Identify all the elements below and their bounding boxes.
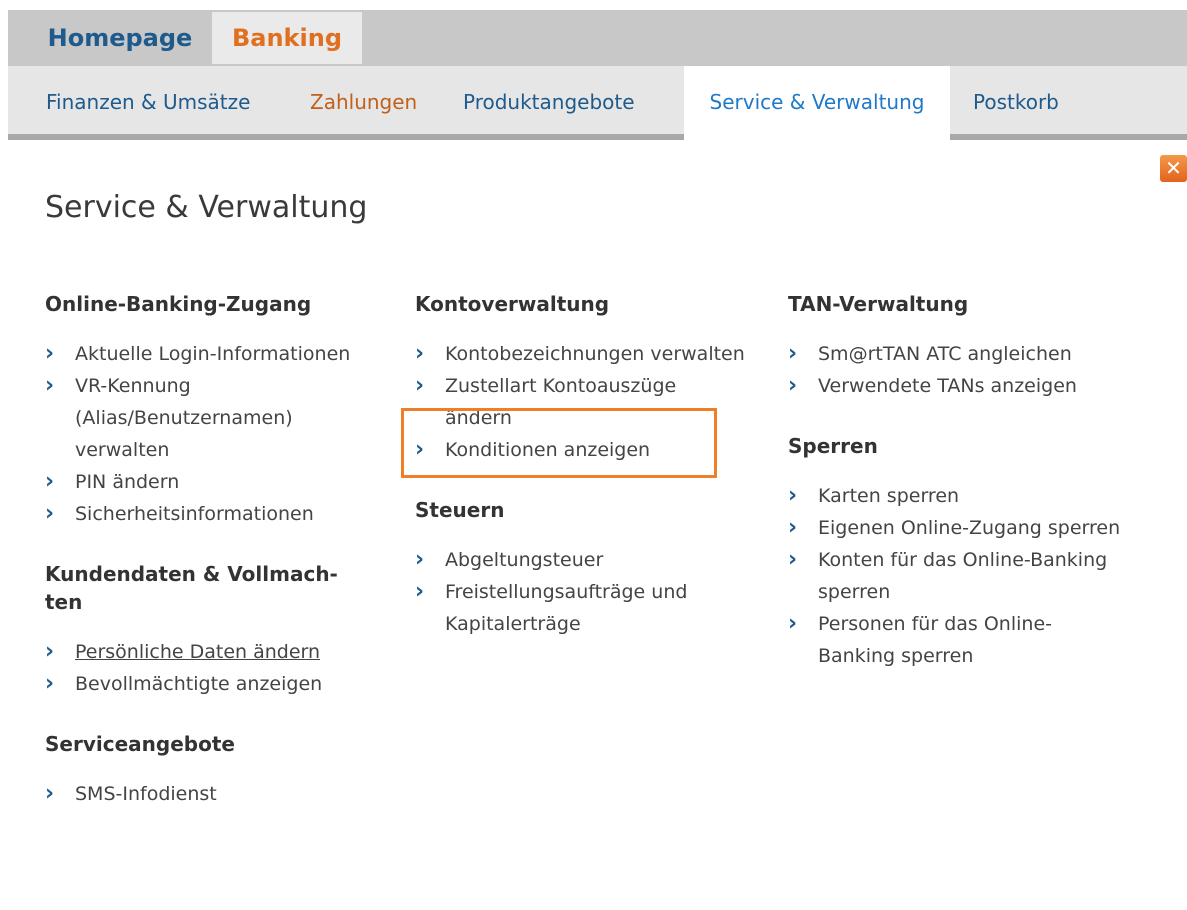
chevron-right-icon: ›: [45, 781, 55, 806]
column-1: Online-Banking-Zugang › Aktuelle Login-In…: [45, 290, 375, 840]
subtab-zahlungen[interactable]: Zahlungen: [310, 66, 417, 134]
link-eigenen-online-zugang-sperren[interactable]: › Eigenen Online-Zugang sperren: [788, 512, 1128, 544]
section-sperren: Sperren › Karten sperren › Eigenen Online-…: [788, 432, 1128, 672]
section-title: Sperren: [788, 434, 878, 458]
subtab-produktangebote[interactable]: Produktangebote: [463, 66, 635, 134]
section-title: Kundendaten & Vollmach-ten: [45, 562, 338, 614]
section-title: TAN-Verwaltung: [788, 292, 969, 316]
chevron-right-icon: ›: [45, 671, 55, 696]
section-title: Serviceangebote: [45, 732, 235, 756]
link-verwendete-tans-anzeigen[interactable]: › Verwendete TANs anzeigen: [788, 370, 1128, 402]
section-tan-verwaltung: TAN-Verwaltung › Sm@rtTAN ATC angleichen …: [788, 290, 1128, 402]
subtab-service-verwaltung[interactable]: Service & Verwaltung: [684, 66, 950, 140]
chevron-right-icon: ›: [415, 373, 425, 398]
chevron-right-icon: ›: [45, 501, 55, 526]
tab-homepage[interactable]: Homepage: [32, 12, 208, 64]
close-button[interactable]: ✕: [1160, 155, 1187, 182]
chevron-right-icon: ›: [415, 547, 425, 572]
link-personen-sperren[interactable]: › Personen für das Online-Banking sperren: [788, 608, 1128, 672]
column-2: Kontoverwaltung › Kontobezeichnungen verw…: [415, 290, 745, 670]
link-persoenliche-daten-aendern[interactable]: › Persönliche Daten ändern: [45, 636, 375, 668]
column-3: TAN-Verwaltung › Sm@rtTAN ATC angleichen …: [788, 290, 1128, 702]
highlight-box: [401, 408, 717, 478]
link-abgeltungsteuer[interactable]: › Abgeltungsteuer: [415, 544, 745, 576]
section-serviceangebote: Serviceangebote › SMS-Infodienst: [45, 730, 375, 810]
chevron-right-icon: ›: [788, 373, 798, 398]
section-title: Online-Banking-Zugang: [45, 292, 312, 316]
chevron-right-icon: ›: [45, 373, 55, 398]
link-konten-sperren[interactable]: › Konten für das Online-Banking sperren: [788, 544, 1128, 608]
link-kontobezeichnungen-verwalten[interactable]: › Kontobezeichnungen verwalten: [415, 338, 745, 370]
subtab-postkorb[interactable]: Postkorb: [973, 66, 1059, 134]
section-online-banking-zugang: Online-Banking-Zugang › Aktuelle Login-In…: [45, 290, 375, 530]
page-title: Service & Verwaltung: [45, 190, 368, 225]
link-pin-aendern[interactable]: › PIN ändern: [45, 466, 375, 498]
link-bevollmaechtigte-anzeigen[interactable]: › Bevollmächtigte anzeigen: [45, 668, 375, 700]
link-karten-sperren[interactable]: › Karten sperren: [788, 480, 1128, 512]
chevron-right-icon: ›: [788, 341, 798, 366]
section-kundendaten-vollmachten: Kundendaten & Vollmach-ten › Persönliche …: [45, 560, 375, 700]
section-steuern: Steuern › Abgeltungsteuer › Freistellungsa…: [415, 496, 745, 640]
chevron-right-icon: ›: [788, 547, 798, 572]
chevron-right-icon: ›: [788, 483, 798, 508]
chevron-right-icon: ›: [45, 469, 55, 494]
chevron-right-icon: ›: [45, 341, 55, 366]
sub-navigation: Finanzen & Umsätze Zahlungen Produktange…: [8, 66, 1187, 140]
subtab-finanzen-umsaetze[interactable]: Finanzen & Umsätze: [46, 66, 250, 134]
tab-banking[interactable]: Banking: [212, 12, 362, 64]
top-navigation: Homepage Banking Finanzen & Umsätze Zahl…: [0, 0, 1187, 140]
chevron-right-icon: ›: [415, 341, 425, 366]
chevron-right-icon: ›: [788, 515, 798, 540]
link-vr-kennung-verwalten[interactable]: › VR-Kennung (Alias/Benutzernamen) verwal…: [45, 370, 375, 466]
section-title: Kontoverwaltung: [415, 292, 610, 316]
chevron-right-icon: ›: [415, 579, 425, 604]
section-title: Steuern: [415, 498, 505, 522]
chevron-right-icon: ›: [788, 611, 798, 636]
link-freistellungsauftraege[interactable]: › Freistellungsaufträge und Kapitalerträg…: [415, 576, 745, 640]
chevron-right-icon: ›: [45, 639, 55, 664]
link-aktuelle-login-informationen[interactable]: › Aktuelle Login-Informationen: [45, 338, 375, 370]
link-smarttan-atc-angleichen[interactable]: › Sm@rtTAN ATC angleichen: [788, 338, 1128, 370]
link-sms-infodienst[interactable]: › SMS-Infodienst: [45, 778, 375, 810]
link-sicherheitsinformationen[interactable]: › Sicherheitsinformationen: [45, 498, 375, 530]
